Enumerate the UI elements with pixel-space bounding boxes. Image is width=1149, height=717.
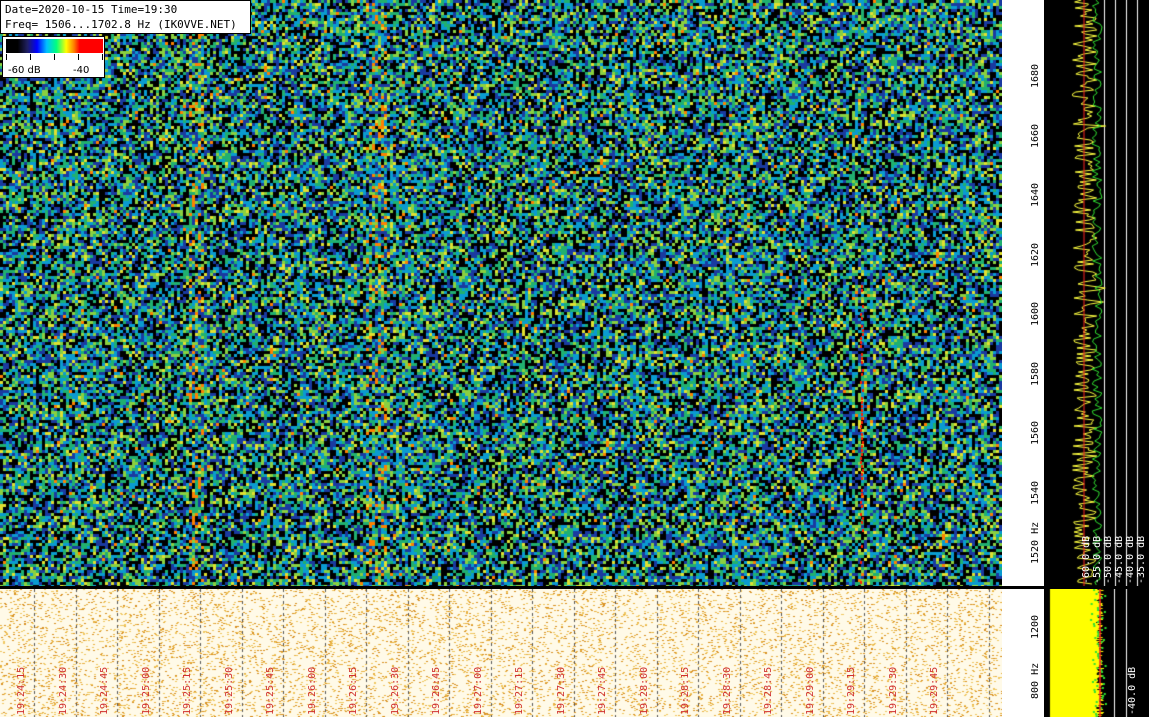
time-tick-label: 19:27:30 (555, 666, 567, 715)
time-tick-label: 19:24:45 (99, 666, 110, 715)
time-tick-label: 19:28:15 (680, 666, 691, 715)
frequency-tick-label: 1640 (1030, 182, 1041, 207)
frequency-scale: 1680 1660 1640 1620 1600 1580 1560 1540 1520 Hz (1002, 0, 1044, 586)
time-tick-label: 19:28:45 (763, 666, 774, 715)
db-tick-label: -60.0 dB (1081, 535, 1092, 584)
time-tick-label: 19:26:00 (306, 666, 318, 715)
db-tick-label: -35.0 dB (1136, 535, 1147, 584)
color-scale-high-label: -40 (73, 65, 90, 76)
time-tick-label: 19:25:45 (265, 666, 276, 715)
time-tick-label: 19:26:45 (431, 666, 442, 715)
time-tick-label: 19:29:30 (887, 666, 899, 715)
db-tick-label: -45.0 dB (1114, 535, 1125, 584)
frequency-tick-label: 1520 Hz (1030, 521, 1041, 564)
time-tick-label: 19:27:00 (472, 666, 484, 715)
frequency-tick-label: 1680 (1030, 63, 1041, 88)
time-tick-label: 19:26:30 (389, 666, 401, 715)
time-tick-label: 19:27:15 (514, 666, 525, 715)
color-scale-low-label: -60 dB (8, 65, 41, 76)
db-tick-label: -40.0 dB (1125, 535, 1136, 584)
db-tick-label: -50.0 dB (1103, 535, 1114, 584)
time-tick-label: 19:29:15 (846, 666, 857, 715)
time-tick-label: 19:25:15 (182, 666, 193, 715)
time-tick-label: 19:28:00 (638, 666, 650, 715)
time-tick-label: 19:27:45 (597, 666, 608, 715)
color-gradient-bar (6, 39, 103, 53)
frequency-tick-label: 1540 (1030, 480, 1041, 505)
date-time-text: Date=2020-10-15 Time=19:30 (5, 3, 178, 16)
time-tick-label: 19:24:30 (57, 666, 69, 715)
time-tick-label: 19:28:30 (721, 666, 733, 715)
waterfall-spectrogram[interactable] (0, 0, 1002, 586)
time-tick-label: 19:25:30 (223, 666, 235, 715)
bottom-db-tick-label: -40.0 dB (1127, 666, 1138, 715)
frequency-tick-label: 1560 (1030, 420, 1041, 445)
db-tick-label: -55.0 dB (1092, 535, 1103, 584)
frequency-tick-label: 1660 (1030, 123, 1041, 148)
color-scale-ticks (6, 54, 103, 60)
time-tick-label: 19:29:00 (804, 666, 816, 715)
bottom-frequency-tick-label: 1200 (1030, 614, 1041, 639)
frequency-range-text: Freq= 1506...1702.8 Hz (IK0VVE.NET) (5, 18, 237, 31)
time-tick-label: 19:24:15 (16, 666, 27, 715)
time-tick-label: 19:26:15 (348, 666, 359, 715)
info-header: Date=2020-10-15 Time=19:30 Freq= 1506...… (0, 0, 251, 34)
frequency-tick-label: 1580 (1030, 361, 1041, 386)
bottom-frequency-tick-label: 800 Hz (1030, 662, 1041, 699)
bottom-frequency-scale: 1200 800 Hz (1002, 589, 1044, 717)
time-tick-label: 19:25:00 (140, 666, 152, 715)
frequency-tick-label: 1620 (1030, 242, 1041, 267)
frequency-tick-label: 1600 (1030, 301, 1041, 326)
color-scale-legend: -60 dB -40 (2, 36, 105, 78)
time-tick-label: 19:29:45 (929, 666, 940, 715)
